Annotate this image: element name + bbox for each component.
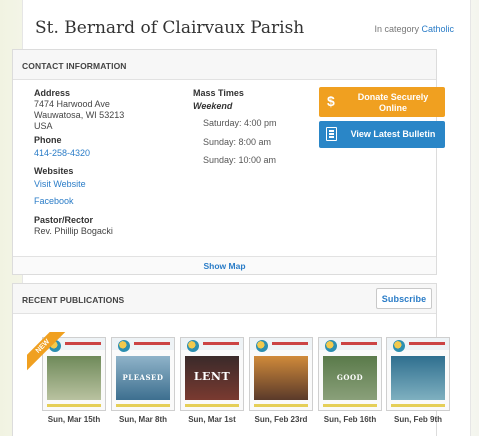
website-link[interactable]: Visit Website [34,179,124,190]
parish-logo-icon [187,340,199,352]
cover-art: GOOD [323,356,377,400]
publications-panel: RECENT PUBLICATIONS Subscribe PLEASED LE… [12,283,450,436]
cover-art [391,356,445,400]
address-line: USA [34,121,53,131]
bulletin-thumbnail[interactable]: GOOD [318,337,382,411]
parish-logo-icon [118,340,130,352]
pastor-name: Rev. Phillip Bogacki [34,226,113,236]
publication-date[interactable]: Sun, Feb 16th [318,415,382,424]
contact-details: Address 7474 Harwood Ave Wauwatosa, WI 5… [34,88,124,237]
bulletin-thumbnail[interactable] [249,337,313,411]
parish-logo-icon [393,340,405,352]
page-header: St. Bernard of Clairvaux Parish In categ… [35,14,460,40]
phone-label: Phone [34,135,62,145]
parish-logo-icon [325,340,337,352]
cover-art: PLEASED [116,356,170,400]
bulletin-thumbnail[interactable]: LENT [180,337,244,411]
new-badge: NEW [27,332,67,372]
mass-times-title: Mass Times [193,88,244,98]
bulletin-thumbnail[interactable]: PLEASED [111,337,175,411]
subscribe-button[interactable]: Subscribe [376,288,432,309]
category-info: In category Catholic [374,24,454,34]
mass-time: Saturday: 4:00 pm [203,118,277,128]
pastor-label: Pastor/Rector [34,215,94,225]
bulletin-label: View Latest Bulletin [350,129,436,139]
cover-art: LENT [185,356,239,400]
new-badge-label: NEW [27,332,67,372]
parish-logo-icon [256,340,268,352]
publications-heading-text: RECENT PUBLICATIONS [22,295,125,305]
cover-text: PLEASED [122,373,164,382]
facebook-link[interactable]: Facebook [34,196,124,207]
websites-label: Websites [34,166,74,176]
cover-text: LENT [193,370,231,383]
mass-time: Sunday: 10:00 am [203,155,277,165]
page-title: St. Bernard of Clairvaux Parish [35,18,305,38]
show-map-button[interactable]: Show Map [13,256,436,274]
mass-time: Sunday: 8:00 am [203,137,272,147]
category-link[interactable]: Catholic [421,24,454,34]
document-icon [326,127,337,141]
cover-art [254,356,308,400]
publications-heading: RECENT PUBLICATIONS Subscribe [13,284,436,314]
publication-date[interactable]: Sun, Feb 23rd [249,415,313,424]
contact-heading: CONTACT INFORMATION [13,50,436,80]
publication-date[interactable]: Sun, Mar 8th [111,415,175,424]
category-prefix: In category [374,24,419,34]
address-label: Address [34,88,71,98]
publication-date[interactable]: Sun, Mar 15th [42,415,106,424]
bulletin-thumbnail[interactable] [386,337,450,411]
view-bulletin-button[interactable]: View Latest Bulletin [319,121,445,148]
donate-label: Donate Securely Online [357,92,429,113]
publication-date[interactable]: Sun, Feb 9th [386,415,450,424]
address-line: Wauwatosa, WI 53213 [34,110,125,120]
publication-date[interactable]: Sun, Mar 1st [180,415,244,424]
cover-text: GOOD [336,373,364,382]
dollar-icon: $ [327,93,335,109]
address-line: 7474 Harwood Ave [34,99,110,109]
mass-times-subtitle: Weekend [193,101,233,111]
phone-link[interactable]: 414-258-4320 [34,148,124,159]
donate-button[interactable]: $ Donate Securely Online [319,87,445,117]
